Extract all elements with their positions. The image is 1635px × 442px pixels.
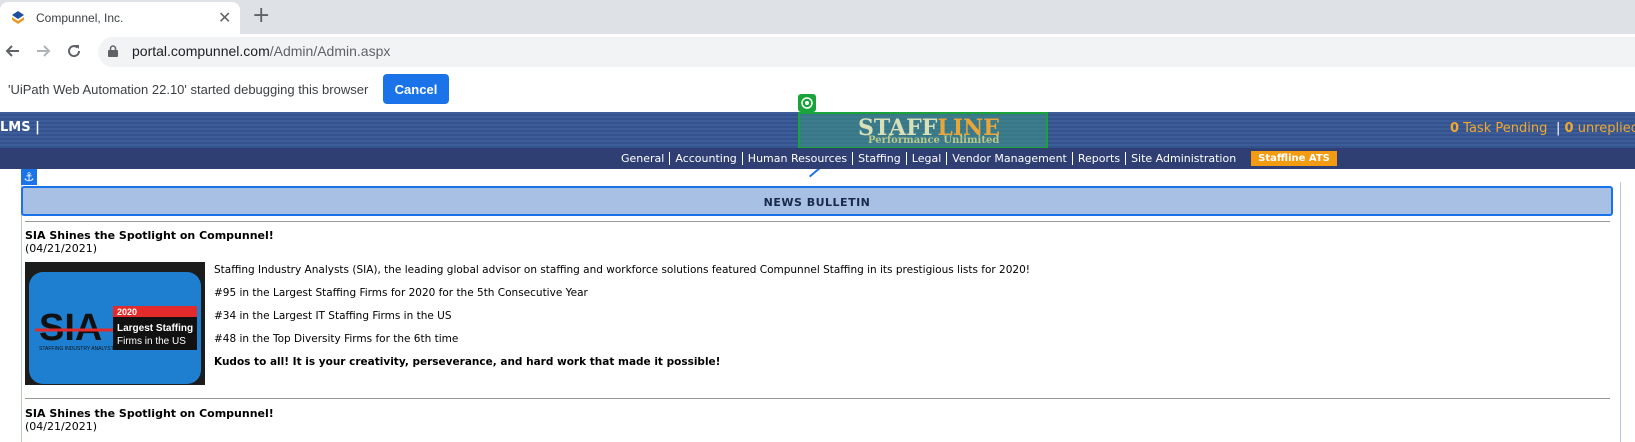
unreplied-link[interactable]: | 0 unreplied bbox=[1556, 121, 1635, 136]
new-tab-button[interactable]: + bbox=[252, 4, 270, 28]
forward-arrow-icon[interactable] bbox=[32, 40, 54, 62]
tab-title: Compunnel, Inc. bbox=[36, 11, 124, 25]
nav-staffing[interactable]: Staffing bbox=[853, 152, 907, 165]
url-text: portal.compunnel.com/Admin/Admin.aspx bbox=[132, 43, 390, 59]
post-line: Staffing Industry Analysts (SIA), the le… bbox=[214, 264, 1030, 276]
sia-logo-subtext: STAFFING INDUSTRY ANALYSTS bbox=[39, 346, 118, 352]
browser-toolbar: portal.compunnel.com/Admin/Admin.aspx bbox=[0, 34, 1635, 70]
tab-close-icon[interactable]: ✕ bbox=[218, 8, 231, 27]
debug-infobar: 'UiPath Web Automation 22.10' started de… bbox=[0, 70, 1635, 113]
task-pending-link[interactable]: 0 Task Pending bbox=[1450, 121, 1547, 136]
news-bulletin-title: NEWS BULLETIN bbox=[763, 196, 871, 209]
unreplied-separator: | bbox=[1556, 121, 1561, 136]
task-count: 0 bbox=[1450, 121, 1460, 136]
task-label: Task Pending bbox=[1459, 121, 1548, 136]
browser-tab[interactable]: Compunnel, Inc. ✕ bbox=[0, 2, 240, 34]
post-line: Kudos to all! It is your creativity, per… bbox=[214, 356, 721, 368]
post-line: #95 in the Largest Staffing Firms for 20… bbox=[214, 287, 588, 299]
news-bulletin-header[interactable]: NEWS BULLETIN bbox=[21, 186, 1613, 216]
unreplied-count: 0 bbox=[1564, 121, 1574, 136]
reload-icon[interactable] bbox=[63, 40, 85, 62]
post-title: SIA Shines the Spotlight on Compunnel! bbox=[25, 229, 274, 242]
infobar-message: 'UiPath Web Automation 22.10' started de… bbox=[8, 82, 369, 97]
post-date: (04/21/2021) bbox=[25, 420, 97, 433]
post-title: SIA Shines the Spotlight on Compunnel! bbox=[25, 407, 274, 420]
post-line: #48 in the Top Diversity Firms for the 6… bbox=[214, 333, 459, 345]
divider bbox=[25, 221, 1610, 222]
nav-human-resources[interactable]: Human Resources bbox=[743, 152, 854, 165]
logo-tagline: Performance Unlimited bbox=[868, 135, 1000, 146]
staffline-ats-button[interactable]: Staffline ATS bbox=[1251, 151, 1337, 166]
nav-accounting[interactable]: Accounting bbox=[670, 152, 743, 165]
post-date: (04/21/2021) bbox=[25, 242, 97, 255]
sia-award-image: SIA STAFFING INDUSTRY ANALYSTS 2020 Larg… bbox=[25, 262, 205, 385]
url-host: portal.compunnel.com bbox=[132, 43, 270, 59]
divider bbox=[25, 398, 1610, 399]
unreplied-label: unreplied bbox=[1573, 121, 1635, 136]
nav-general[interactable]: General bbox=[616, 152, 671, 165]
address-bar[interactable]: portal.compunnel.com/Admin/Admin.aspx bbox=[98, 37, 1635, 67]
url-path: /Admin/Admin.aspx bbox=[269, 43, 391, 59]
sia-year-text: 2020 bbox=[117, 307, 137, 317]
sia-caption-line1: Largest Staffing bbox=[117, 323, 193, 334]
target-icon bbox=[798, 94, 816, 112]
compunnel-favicon-icon bbox=[12, 11, 24, 24]
nav-reports[interactable]: Reports bbox=[1073, 152, 1127, 165]
browser-tab-strip: Compunnel, Inc. ✕ + bbox=[0, 0, 1635, 34]
anchor-icon: ⚓ bbox=[21, 169, 37, 185]
back-arrow-icon[interactable] bbox=[2, 40, 24, 62]
nav-legal[interactable]: Legal bbox=[907, 152, 948, 165]
post-line: #34 in the Largest IT Staffing Firms in … bbox=[214, 310, 452, 322]
cancel-button[interactable]: Cancel bbox=[383, 74, 449, 104]
nav-links: General Accounting Human Resources Staff… bbox=[616, 148, 1337, 169]
staffline-logo[interactable]: STAFFLINE Performance Unlimited bbox=[798, 112, 1048, 149]
sia-caption-line2: Firms in the US bbox=[117, 336, 186, 347]
lms-label[interactable]: LMS | bbox=[0, 120, 40, 135]
nav-vendor-management[interactable]: Vendor Management bbox=[947, 152, 1073, 165]
sia-logo-text: SIA bbox=[39, 307, 102, 349]
main-nav: General Accounting Human Resources Staff… bbox=[0, 148, 1635, 169]
lock-icon bbox=[108, 45, 118, 57]
nav-site-administration[interactable]: Site Administration bbox=[1126, 152, 1241, 165]
